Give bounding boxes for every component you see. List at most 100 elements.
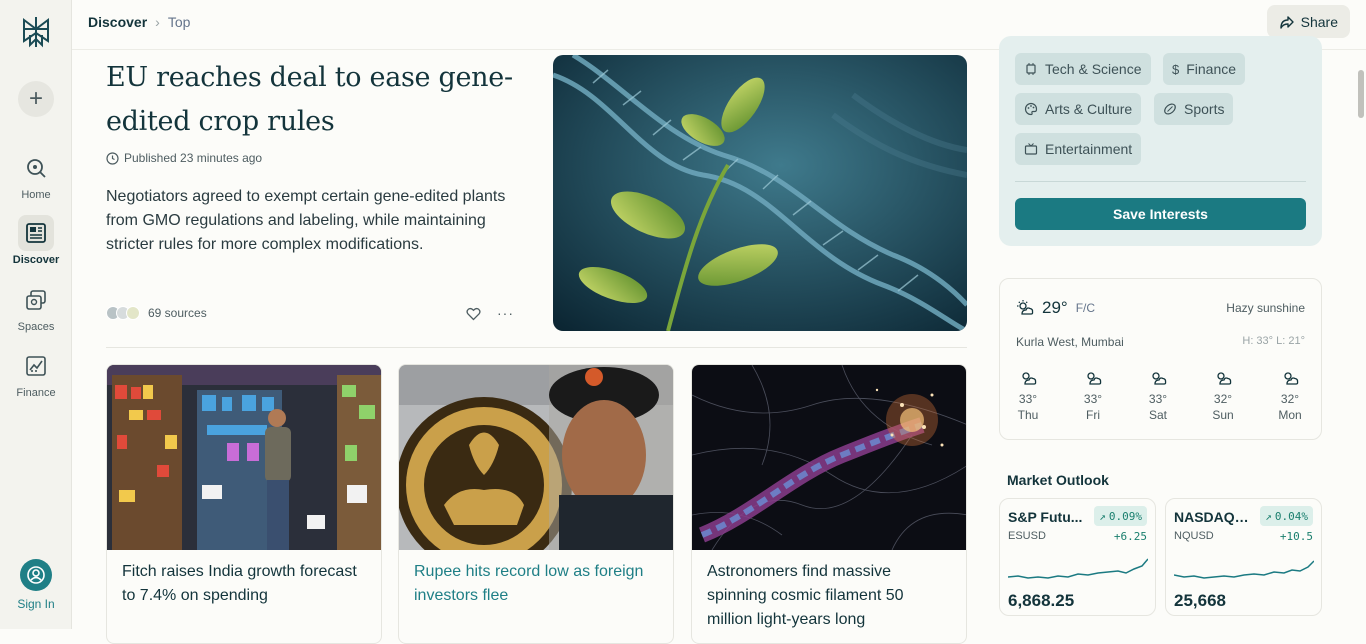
- sidebar-item-label: Spaces: [17, 321, 55, 333]
- market-delta: +6.25: [1113, 530, 1147, 543]
- newspaper-icon: [18, 215, 54, 251]
- spaces-icon: [18, 282, 54, 318]
- sidebar-item-spaces[interactable]: Spaces: [0, 282, 72, 333]
- chip-tech-science[interactable]: Tech & Science: [1015, 53, 1151, 85]
- chip-sports[interactable]: Sports: [1154, 93, 1234, 125]
- chip-arts-culture[interactable]: Arts & Culture: [1015, 93, 1142, 125]
- chip-entertainment[interactable]: Entertainment: [1015, 133, 1142, 165]
- sources-count: 69 sources: [148, 306, 207, 320]
- scrollbar[interactable]: [1356, 50, 1366, 629]
- forecast-day-label: Sun: [1212, 408, 1234, 422]
- weather-widget[interactable]: 29° F/C Hazy sunshine Kurla West, Mumbai…: [999, 278, 1322, 440]
- forecast-temp: 33°: [1148, 392, 1168, 406]
- tv-icon: [1024, 143, 1038, 155]
- market-delta: +10.5: [1279, 530, 1313, 543]
- forecast-day: 33° Thu: [1013, 369, 1043, 423]
- published-time: Published 23 minutes ago: [106, 151, 262, 165]
- forecast-day: 33° Sat: [1143, 369, 1173, 423]
- perplexity-logo-icon[interactable]: [18, 14, 54, 50]
- interests-panel: Tech & Science $ Finance Arts & Culture …: [999, 36, 1322, 246]
- hazy-sun-icon: [1217, 372, 1232, 385]
- market-change-badge: ↗ 0.04%: [1260, 506, 1313, 526]
- forecast-day-label: Fri: [1086, 408, 1100, 422]
- chip-label: Arts & Culture: [1045, 101, 1133, 117]
- market-name: NASDAQ ...: [1174, 509, 1250, 525]
- share-label: Share: [1300, 13, 1338, 30]
- chip-label: Entertainment: [1045, 141, 1133, 157]
- forecast-day: 32° Mon: [1275, 369, 1305, 423]
- forecast-temp: 32°: [1213, 392, 1233, 406]
- news-card[interactable]: Rupee hits record low as foreign investo…: [398, 364, 674, 644]
- weather-temp: 29°: [1042, 298, 1068, 317]
- hazy-sun-icon: [1087, 372, 1102, 385]
- breadcrumb-top[interactable]: Top: [168, 14, 191, 30]
- chip-label: Tech & Science: [1045, 61, 1142, 77]
- news-card[interactable]: Fitch raises India growth forecast to 7.…: [106, 364, 382, 644]
- search-icon: [18, 150, 54, 186]
- forecast-temp: 33°: [1018, 392, 1038, 406]
- breadcrumb: Discover › Top: [88, 14, 190, 30]
- chip-label: Sports: [1184, 101, 1225, 117]
- chip-label: Finance: [1186, 61, 1237, 77]
- hero-image[interactable]: [553, 55, 967, 331]
- chip-finance[interactable]: $ Finance: [1163, 53, 1246, 85]
- forecast-temp: 32°: [1280, 392, 1300, 406]
- market-ticker: ESUSD: [1008, 530, 1046, 542]
- market-change: 0.09%: [1108, 509, 1142, 523]
- scrollbar-thumb[interactable]: [1358, 70, 1364, 118]
- sidebar-item-discover[interactable]: Discover: [0, 215, 72, 266]
- save-interests-button[interactable]: Save Interests: [1015, 198, 1306, 230]
- forecast-day: 32° Sun: [1208, 369, 1238, 423]
- published-label: Published 23 minutes ago: [124, 151, 263, 165]
- news-card[interactable]: Astronomers find massive spinning cosmic…: [691, 364, 967, 644]
- market-card[interactable]: NASDAQ ... ↗ 0.04% NQUSD +10.5 25,668: [1165, 498, 1322, 616]
- dollar-icon: $: [1172, 61, 1180, 77]
- hazy-sun-icon: [1022, 372, 1037, 385]
- new-thread-button[interactable]: +: [18, 81, 54, 117]
- sparkline: [1174, 560, 1314, 579]
- section-divider: [106, 347, 967, 348]
- share-button[interactable]: Share: [1266, 5, 1350, 38]
- card-image: [692, 365, 966, 551]
- market-price: 25,668: [1174, 591, 1226, 610]
- hero-title[interactable]: EU reaches deal to ease gene-edited crop…: [106, 56, 526, 144]
- arrow-up-right-icon: ↗: [1265, 509, 1272, 523]
- market-change: 0.04%: [1274, 509, 1308, 523]
- breadcrumb-discover[interactable]: Discover: [88, 14, 147, 30]
- arrow-up-right-icon: ↗: [1099, 509, 1106, 523]
- sources-button[interactable]: 69 sources: [106, 306, 207, 320]
- card-image: [399, 365, 673, 573]
- forecast-temp: 33°: [1083, 392, 1103, 406]
- market-ticker: NQUSD: [1174, 530, 1214, 542]
- market-card[interactable]: S&P Futu... ↗ 0.09% ESUSD +6.25 6,868.25: [999, 498, 1156, 616]
- clock-icon: [106, 151, 119, 165]
- sign-in-button[interactable]: Sign In: [0, 559, 72, 611]
- sign-in-label: Sign In: [17, 597, 55, 611]
- card-title: Fitch raises India growth forecast to 7.…: [122, 563, 357, 604]
- unit-toggle[interactable]: F/C: [1076, 301, 1095, 315]
- market-name: S&P Futu...: [1008, 509, 1083, 525]
- plus-icon: +: [28, 85, 43, 112]
- market-outlook-title: Market Outlook: [1007, 472, 1109, 488]
- weather-location: Kurla West, Mumbai: [1016, 335, 1124, 349]
- sidebar-item-home[interactable]: Home: [0, 150, 72, 201]
- sidebar: + Home Discover Spaces Finance Sign In: [0, 0, 72, 629]
- weather-high-low: H: 33° L: 21°: [1242, 335, 1305, 347]
- chip-icon: [1026, 63, 1036, 75]
- weather-description: Hazy sunshine: [1226, 301, 1305, 315]
- card-image: [107, 365, 381, 550]
- hazy-sun-icon: [1017, 300, 1034, 315]
- ball-icon: [1164, 103, 1176, 115]
- more-options-icon[interactable]: ···: [497, 305, 514, 321]
- source-favicons: [106, 306, 140, 320]
- forecast-day-label: Thu: [1017, 408, 1039, 422]
- chart-icon: [18, 348, 54, 384]
- share-icon: [1279, 15, 1294, 29]
- heart-icon[interactable]: [466, 307, 481, 321]
- card-title: Astronomers find massive spinning cosmic…: [707, 563, 904, 628]
- sidebar-item-label: Home: [21, 189, 51, 201]
- chevron-right-icon: ›: [155, 14, 160, 30]
- market-price: 6,868.25: [1008, 591, 1075, 610]
- weather-current: 29° F/C: [1016, 298, 1095, 318]
- sidebar-item-finance[interactable]: Finance: [0, 348, 72, 399]
